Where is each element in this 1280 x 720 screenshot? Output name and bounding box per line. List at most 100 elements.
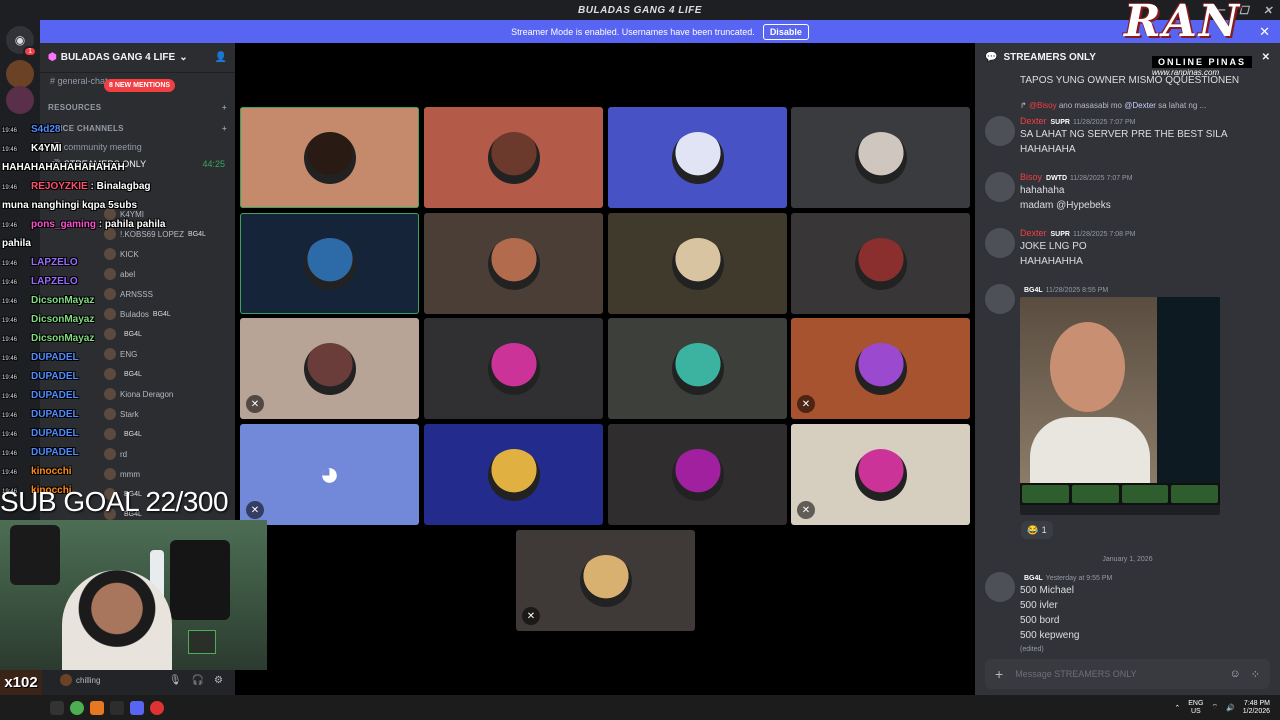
attach-plus-icon[interactable]: +: [995, 666, 1003, 682]
message-line: HAHAHAHA: [1020, 144, 1076, 155]
participant-tile[interactable]: [424, 424, 603, 525]
avatar[interactable]: [60, 674, 72, 686]
window-title: BULADAS GANG 4 LIFE: [578, 4, 702, 16]
avatar[interactable]: [985, 572, 1015, 602]
chat-channel-title: STREAMERS ONLY: [1003, 51, 1096, 63]
participant-tile[interactable]: [240, 107, 419, 208]
participant-tile[interactable]: [608, 424, 787, 525]
stream-chat-overlay: 19:46 S4d28 19:46 K4YMI HAHAHAHAHAHAHAHAH 19:…: [0, 118, 240, 518]
avatar[interactable]: [985, 284, 1015, 314]
overlay-chat-line: 19:46 DUPADEL: [2, 428, 79, 439]
disable-streamer-mode-button[interactable]: Disable: [762, 23, 809, 40]
message-body: Dexter SUPR 11/28/2025 7:07 PM SA LAHAT NG …: [1020, 116, 1275, 157]
reaction-chip[interactable]: 😂 1: [1021, 521, 1053, 539]
participant-tile[interactable]: [608, 213, 787, 314]
participant-tile[interactable]: [791, 107, 970, 208]
avatar[interactable]: [985, 172, 1015, 202]
message-body: BG4L 11/28/2025 8:55 PM: [1020, 284, 1275, 295]
category-resources[interactable]: RESOURCES +: [40, 97, 235, 118]
apps-icon[interactable]: ⁘: [1251, 668, 1260, 681]
overlay-chat-user: DUPADEL: [31, 352, 79, 363]
category-resources-label: RESOURCES: [48, 103, 102, 112]
clock[interactable]: 7:48 PM 1/2/2026: [1243, 700, 1270, 716]
discord-logo-icon: ◕: [319, 455, 340, 493]
channel-general-label: general-chat: [57, 76, 108, 86]
overlay-chat-line: 19:46 K4YMI: [2, 143, 62, 154]
hanging-shirt: [170, 540, 230, 620]
participant-tile[interactable]: ✕: [516, 530, 695, 631]
overlay-chat-message: muna nanghingi kqpa 5subs: [2, 200, 138, 211]
reply-arrow-icon: ↱: [1020, 101, 1029, 110]
image-attachment[interactable]: [1020, 297, 1220, 515]
message-line: SA LAHAT NG SERVER PRE THE BEST SILA: [1020, 129, 1228, 140]
overlay-chat-time: 19:46: [2, 280, 18, 286]
microphone-icon[interactable]: 🎙: [169, 675, 182, 686]
avatar: [854, 342, 907, 395]
clock-time: 7:48 PM: [1243, 699, 1270, 707]
wifi-icon[interactable]: ⌔: [1211, 703, 1218, 712]
muted-icon: ✕: [522, 607, 540, 625]
participant-tile[interactable]: [424, 318, 603, 419]
ran-online-logo: RAN ONLINE PINAS www.ranpinas.com: [1116, 0, 1276, 80]
reply-preview[interactable]: ↱ @Bisoy ano masasabi mo @Dexter sa laha…: [1020, 101, 1270, 110]
overlay-chat-time: 19:46: [2, 470, 18, 476]
headphones-icon[interactable]: 🎧: [192, 675, 204, 686]
avatar: [487, 448, 540, 501]
avatar[interactable]: [985, 228, 1015, 258]
avatar[interactable]: [985, 116, 1015, 146]
overlay-chat-line: 19:46 DicsonMayaz: [2, 333, 94, 344]
overlay-chat-user: kinocchi: [31, 466, 72, 477]
message-author[interactable]: Dexter: [1020, 116, 1047, 126]
chrome-icon[interactable]: [70, 700, 84, 715]
server-header[interactable]: ⬢ BULADAS GANG 4 LIFE ⌄ 👤: [40, 43, 235, 73]
overlay-chat-time: 19:46: [2, 147, 18, 153]
new-mentions-pill[interactable]: 8 NEW MENTIONS: [104, 79, 176, 92]
date-divider: January 1, 2026: [1102, 556, 1153, 563]
message-composer[interactable]: + Message STREAMERS ONLY ☺ ⁘: [985, 659, 1270, 689]
participant-tile[interactable]: ✕: [791, 318, 970, 419]
message-author[interactable]: Dexter: [1020, 228, 1047, 238]
app-icon[interactable]: [150, 700, 164, 715]
settings-gear-icon[interactable]: ⚙: [214, 675, 223, 686]
participant-tile[interactable]: [424, 213, 603, 314]
avatar: [303, 342, 356, 395]
clock-date: 1/2/2026: [1242, 707, 1270, 715]
participant-tile[interactable]: [240, 213, 419, 314]
emoji-picker-icon[interactable]: ☺: [1230, 668, 1241, 681]
app-icon[interactable]: [110, 700, 124, 715]
message-line: HAHAHAHHA: [1020, 256, 1083, 267]
invite-people-icon[interactable]: 👤: [215, 52, 227, 63]
overlay-chat-time: 19:46: [2, 337, 18, 343]
overlay-chat-time: 19:46: [2, 318, 18, 324]
app-icon[interactable]: [90, 700, 104, 715]
participant-tile[interactable]: [608, 107, 787, 208]
overlay-chat-message: pahila pahila: [104, 219, 166, 230]
server-icon[interactable]: [6, 60, 34, 88]
server-icon[interactable]: [6, 86, 34, 114]
composer-placeholder[interactable]: Message STREAMERS ONLY: [1015, 669, 1136, 679]
search-icon[interactable]: [50, 700, 64, 715]
overlay-chat-time: 19:46: [2, 451, 18, 457]
discord-home-icon[interactable]: ◉ 1: [6, 26, 37, 57]
avatar: [487, 342, 540, 395]
language-indicator[interactable]: ENG US: [1188, 700, 1203, 716]
reply-mention[interactable]: @Dexter: [1124, 101, 1156, 110]
participant-tile[interactable]: [608, 318, 787, 419]
message-author[interactable]: Bisoy: [1020, 172, 1042, 182]
message-time: Yesterday at 9:55 PM: [1045, 575, 1113, 582]
chevron-up-icon[interactable]: ⌃: [1174, 704, 1180, 712]
participant-tile[interactable]: ◕ ✕: [240, 424, 419, 525]
overlay-chat-line: 19:46 REJOYZKIE : Binalagbag: [2, 181, 151, 192]
ran-logo-mark: RAN: [1124, 0, 1241, 47]
participant-tile[interactable]: ✕: [240, 318, 419, 419]
chat-message: BG4L Yesterday at 9:55 PM 500 Michael 500 i…: [985, 572, 1275, 654]
discord-taskbar-icon[interactable]: [130, 700, 144, 715]
participant-tile[interactable]: ✕: [791, 424, 970, 525]
edited-label: (edited): [1020, 646, 1044, 653]
add-channel-icon[interactable]: +: [222, 103, 227, 112]
participant-tile[interactable]: [791, 213, 970, 314]
participant-tile[interactable]: [424, 107, 603, 208]
overlay-chat-user: K4YMI: [31, 143, 62, 154]
overlay-chat-user: LAPZELO: [31, 276, 78, 287]
volume-icon[interactable]: 🔊: [1226, 704, 1235, 712]
